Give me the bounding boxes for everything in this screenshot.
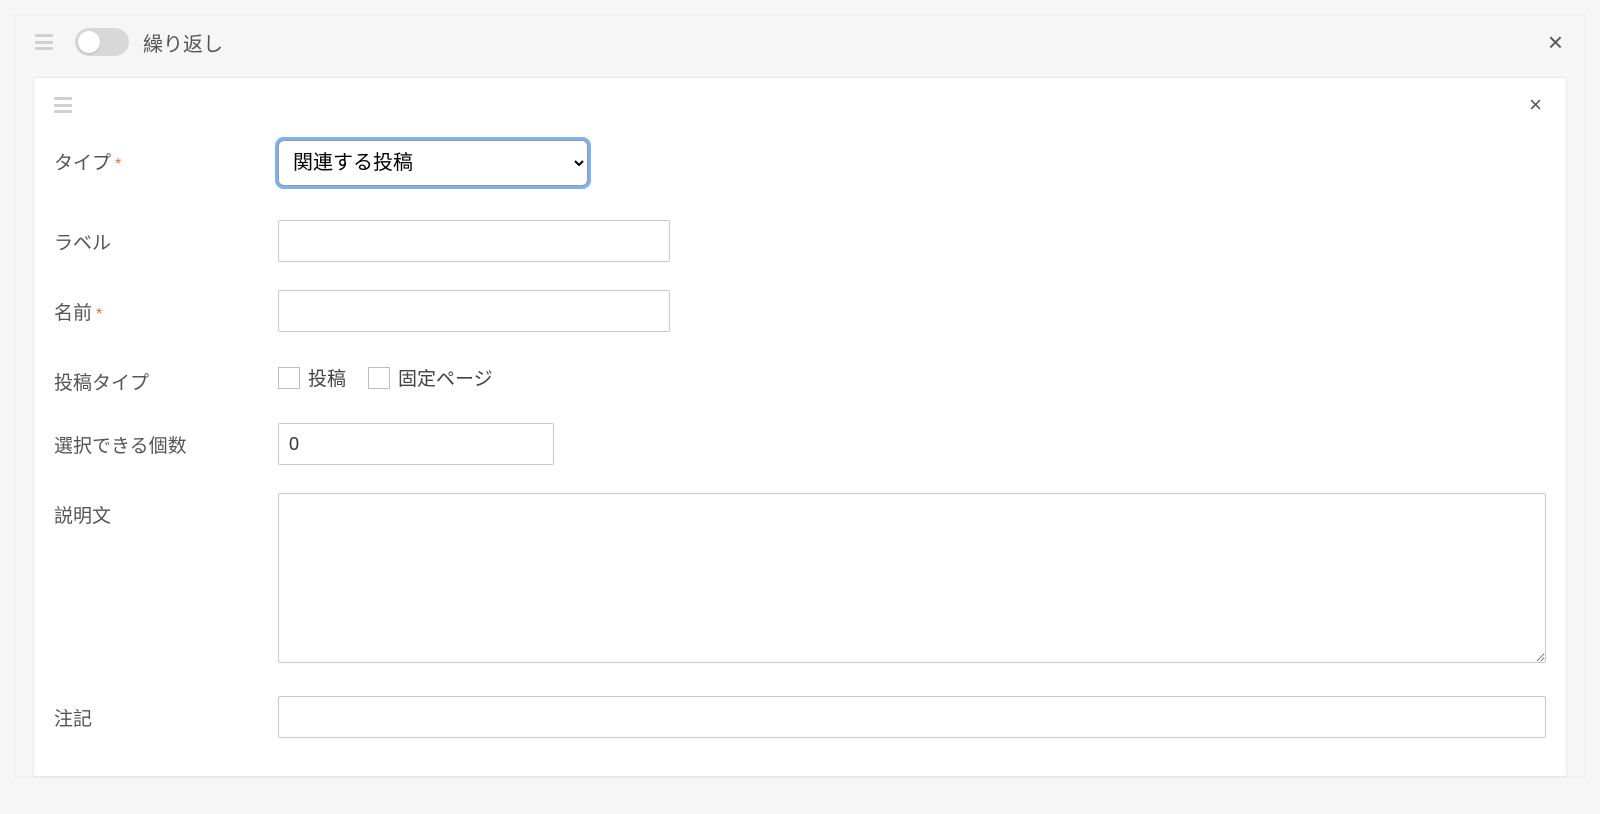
label-note: 注記 [54,696,278,731]
repeater-header: 繰り返し × [15,15,1585,63]
label-text: タイプ [54,153,111,174]
drag-handle-icon[interactable] [54,97,72,113]
checkbox-page-label: 固定ページ [398,364,493,391]
close-icon[interactable]: × [1525,92,1546,118]
field-item-panel: × タイプ* 関連する投稿 ラベル 名 [33,77,1567,777]
row-post-type: 投稿タイプ 投稿 固定ページ [54,346,1546,409]
label-post-type: 投稿タイプ [54,360,278,395]
checkbox-post-label: 投稿 [308,364,346,391]
drag-handle-icon[interactable] [35,34,53,50]
type-select[interactable]: 関連する投稿 [278,140,588,186]
label-max-select: 選択できる個数 [54,423,278,458]
note-input[interactable] [278,696,1546,738]
max-select-input[interactable] [278,423,554,465]
repeater-panel: 繰り返し × × タイプ* 関連する投稿 ラベル [14,14,1586,778]
repeat-toggle-label: 繰り返し [143,28,223,57]
row-note: 注記 [54,682,1546,752]
close-icon[interactable]: × [1544,27,1567,57]
label-type: タイプ* [54,140,278,175]
required-mark: * [96,306,102,323]
label-text: 名前 [54,303,92,324]
row-label: ラベル [54,206,1546,276]
repeat-toggle[interactable] [75,28,129,56]
required-mark: * [115,156,121,173]
label-label: ラベル [54,220,278,255]
name-input[interactable] [278,290,670,332]
label-input[interactable] [278,220,670,262]
label-name: 名前* [54,290,278,325]
description-textarea[interactable] [278,493,1546,663]
checkbox-post[interactable] [278,367,300,389]
label-description: 説明文 [54,493,278,528]
checkbox-page[interactable] [368,367,390,389]
row-name: 名前* [54,276,1546,346]
field-item-header: × [54,92,1546,136]
row-type: タイプ* 関連する投稿 [54,136,1546,206]
row-max-select: 選択できる個数 [54,409,1546,479]
row-description: 説明文 [54,479,1546,682]
